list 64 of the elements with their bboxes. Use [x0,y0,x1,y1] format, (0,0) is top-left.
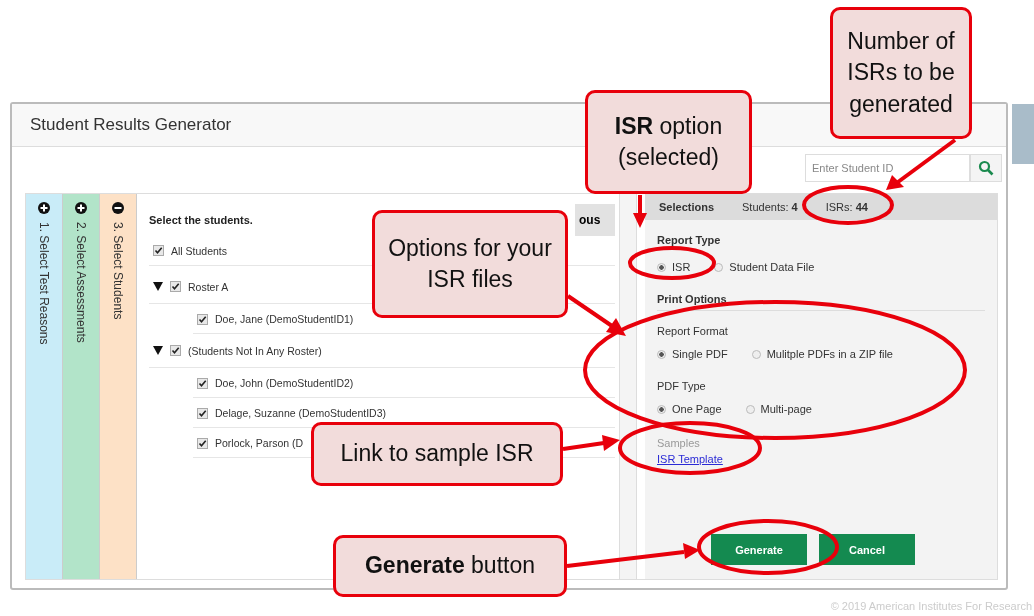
student-label: Doe, John (DemoStudentID2) [215,377,354,389]
minus-circle-icon [112,202,124,214]
caret-icon[interactable] [153,346,163,355]
student-label: Doe, Jane (DemoStudentID1) [215,313,354,325]
roster-label: Roster A [188,280,229,293]
search-field[interactable]: Enter Student ID [805,154,970,182]
action-button[interactable]: Generate [711,534,807,565]
instruction-text: Select the students. [149,214,254,226]
callout-box: Generate button [333,535,567,597]
radio-option[interactable]: ISR [657,260,691,274]
samples-label: Samples [657,436,701,450]
caret-icon[interactable] [153,282,163,291]
action-button[interactable]: Cancel [819,534,915,565]
radio-option[interactable]: Mulitple PDFs in a ZIP file [751,347,893,361]
plus-circle-icon [75,202,87,214]
student-label: Porlock, Parson (D [215,437,304,449]
radio-button[interactable] [745,404,755,414]
scrollbar[interactable] [619,194,637,579]
plus-circle-icon [38,202,50,214]
radio-button[interactable] [657,262,666,272]
step-tab[interactable]: 2. Select Assessments [63,194,100,579]
search-button[interactable] [970,154,1002,182]
callout-box: Options for your ISR files [372,210,568,318]
pointer-arrow [562,435,620,451]
radio-option[interactable]: Multi-page [745,402,812,416]
pointer-arrow [633,195,647,228]
step-label: 1. Select Test Reasons [37,222,51,345]
background-app-strip [1012,104,1034,164]
step-label: 2. Select Assessments [74,222,88,343]
student-label: Delage, Suzanne (DemoStudentID3) [215,407,386,419]
checked-checkbox[interactable] [153,245,164,256]
window-title: Student Results Generator [30,115,232,135]
search-icon [978,160,994,176]
radio-button[interactable] [751,349,761,359]
step-tab[interactable]: 3. Select Students [100,194,137,579]
callout-box: ISR option (selected) [585,90,752,194]
section-title: Report Type [657,233,722,247]
callout-box: Link to sample ISR [311,422,563,486]
radio-option[interactable]: Student Data File [714,260,815,274]
checked-checkbox[interactable] [170,281,181,292]
pointer-arrow [566,294,626,336]
step-label: 3. Select Students [111,222,125,320]
callout-box: Number of ISRs to be generated [830,7,972,139]
checked-checkbox[interactable] [197,377,208,389]
radio-button[interactable] [657,349,666,359]
selections-title: Selections [659,200,715,214]
radio-option[interactable]: Single PDF [657,347,728,361]
checked-checkbox[interactable] [170,345,181,356]
checked-checkbox[interactable] [197,407,208,419]
template-link[interactable]: ISR Template [657,452,723,466]
radio-option[interactable]: One Page [657,402,722,416]
option-group-title: Report Format [657,324,729,338]
section-title: Print Options [657,292,985,311]
option-group-title: PDF Type [657,379,707,393]
checked-checkbox[interactable] [197,313,208,325]
student-label: All Students [171,244,228,257]
checked-checkbox[interactable] [197,437,208,449]
radio-button[interactable] [657,404,666,414]
step-tab[interactable]: 1. Select Test Reasons [26,194,63,579]
radio-button[interactable] [714,262,724,272]
previous-button[interactable]: ous [575,204,615,236]
roster-label: (Students Not In Any Roster) [188,344,322,357]
students-count: Students: 4 [742,201,798,213]
isrs-count: ISRs: 44 [825,201,868,213]
